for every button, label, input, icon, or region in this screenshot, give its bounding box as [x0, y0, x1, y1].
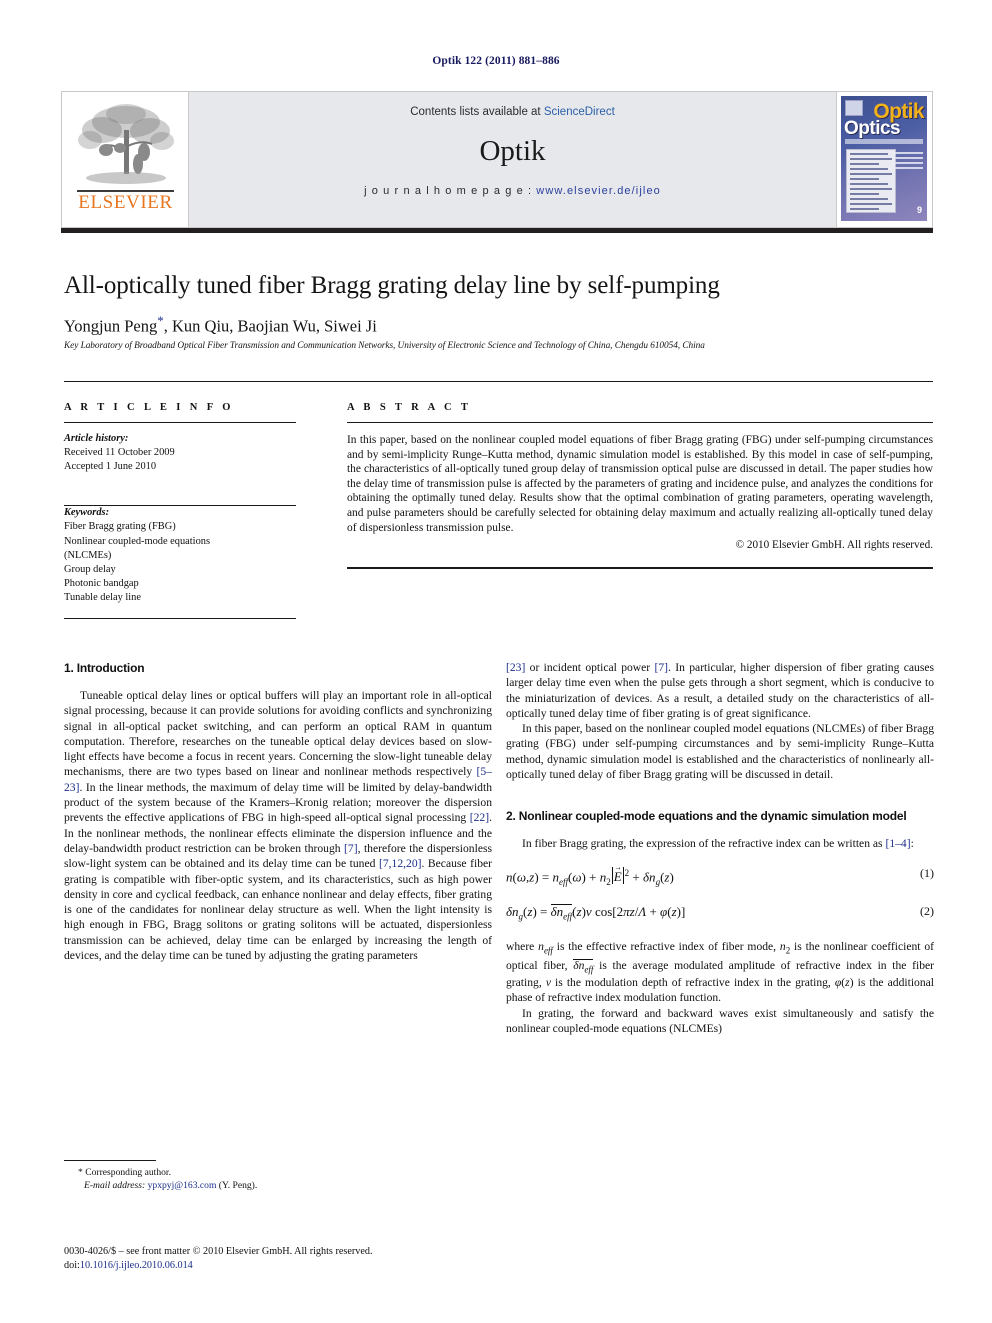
accepted-date: Accepted 1 June 2010	[64, 461, 157, 473]
footnote-block: * Corresponding author. E-mail address: …	[64, 1166, 492, 1192]
doi-line: doi:10.1016/j.ijleo.2010.06.014	[64, 1259, 584, 1273]
par-seg: In fiber Bragg grating, the expression o…	[522, 837, 886, 851]
homepage-url-link[interactable]: www.elsevier.de/ijleo	[536, 185, 661, 197]
keyword-item: (NLCMEs)	[64, 549, 112, 561]
section-2-paragraph-3: In grating, the forward and backward wav…	[506, 1006, 934, 1036]
cover-highlights-panel	[846, 149, 896, 213]
keywords-block: Keywords: Fiber Bragg grating (FBG) Nonl…	[64, 506, 296, 605]
par-seg: . Because fiber grating is compatible wi…	[64, 857, 492, 963]
affiliation: Key Laboratory of Broadband Optical Fibe…	[64, 341, 705, 351]
section-2-heading: 2. Nonlinear coupled-mode equations and …	[506, 809, 907, 824]
email-suffix: (Y. Peng).	[216, 1180, 258, 1191]
cover-issue-badge: 9	[916, 205, 922, 215]
par-seg: . In the linear methods, the maximum of …	[64, 780, 492, 825]
citation-7b[interactable]: [7]	[655, 661, 669, 674]
author-first: Yongjun Peng	[64, 316, 158, 336]
contents-line: Contents lists available at ScienceDirec…	[189, 106, 836, 118]
section-2-paragraph-1: In fiber Bragg grating, the expression o…	[506, 836, 934, 851]
keywords-label: Keywords:	[64, 507, 110, 519]
header-rule	[64, 381, 933, 382]
front-matter-block: 0030-4026/$ – see front matter © 2010 El…	[64, 1245, 584, 1272]
citation-7-12-20[interactable]: [7,12,20]	[379, 857, 422, 870]
cover-emblem-icon	[845, 100, 863, 116]
corresponding-author-note: * Corresponding author.	[78, 1167, 171, 1178]
article-history-block: Article history: Received 11 October 200…	[64, 432, 296, 475]
equation-2-number: (2)	[920, 903, 934, 918]
citation-22[interactable]: [22]	[470, 811, 489, 824]
cover-title-bottom: Optics	[844, 118, 901, 139]
paper-page: Optik 122 (2011) 881–886 ELSEVIER Conten…	[0, 0, 992, 1323]
par-seg: Tuneable optical delay lines or optical …	[64, 689, 492, 779]
cover-art: Optik Optics 9	[841, 96, 927, 221]
citation-7[interactable]: [7]	[344, 842, 358, 855]
abstract-column: A B S T R A C T In this paper, based on …	[347, 402, 933, 569]
journal-cover-thumbnail: Optik Optics 9	[836, 92, 932, 227]
elsevier-wordmark: ELSEVIER	[78, 192, 173, 213]
keyword-item: Photonic bandgap	[64, 578, 139, 590]
running-head: Optik 122 (2011) 881–886	[432, 55, 560, 67]
abstract-heading: A B S T R A C T	[347, 402, 472, 413]
article-info-heading: A R T I C L E I N F O	[64, 402, 234, 413]
authors-rest: , Kun Qiu, Baojian Wu, Siwei Ji	[163, 316, 377, 336]
homepage-label: j o u r n a l h o m e p a g e :	[364, 185, 537, 197]
section-1-heading: 1. Introduction	[64, 661, 145, 675]
email-label: E-mail address:	[84, 1180, 146, 1191]
journal-header-center: Contents lists available at ScienceDirec…	[189, 92, 836, 227]
article-info-rule-3	[64, 617, 296, 620]
abstract-copyright: © 2010 Elsevier GmbH. All rights reserve…	[735, 539, 933, 552]
abstract-text: In this paper, based on the nonlinear co…	[347, 434, 933, 534]
body-column-left: 1. Introduction Tuneable optical delay l…	[64, 660, 492, 963]
journal-title: Optik	[479, 135, 546, 167]
contents-prefix: Contents lists available at	[410, 106, 544, 118]
par-seg: or incident optical power	[525, 661, 655, 674]
section-1-paragraph-1-cont: [23] or incident optical power [7]. In p…	[506, 660, 934, 721]
keyword-item: Fiber Bragg grating (FBG)	[64, 521, 176, 533]
journal-header-band: ELSEVIER Contents lists available at Sci…	[61, 91, 933, 228]
sciencedirect-link[interactable]: ScienceDirect	[544, 106, 615, 118]
keyword-item: Tunable delay line	[64, 592, 141, 604]
article-info-column: A R T I C L E I N F O Article history: R…	[64, 402, 296, 620]
keyword-item: Nonlinear coupled-mode equations	[64, 535, 211, 547]
abstract-rule-2	[347, 567, 933, 569]
keyword-item: Group delay	[64, 564, 116, 576]
section-2-paragraph-2: where neff is the effective refractive i…	[506, 939, 934, 1005]
par-seg: :	[910, 837, 914, 851]
email-note: E-mail address: ypxpyj@163.com (Y. Peng)…	[64, 1179, 492, 1192]
section-1-paragraph-2: In this paper, based on the nonlinear co…	[506, 722, 934, 782]
article-info-rule-1	[64, 422, 296, 423]
doi-link[interactable]: 10.1016/j.ijleo.2010.06.014	[80, 1260, 193, 1271]
article-history-label: Article history:	[64, 433, 129, 444]
equation-2: δng(z) = δneff(z)ν cos[2πz/Λ + φ(z)] (2)	[506, 903, 934, 922]
elsevier-logo: ELSEVIER	[62, 92, 189, 227]
elsevier-tree-icon	[78, 104, 174, 184]
header-divider-bar	[61, 228, 933, 233]
page-title: All-optically tuned fiber Bragg grating …	[64, 272, 720, 299]
author-list: Yongjun Peng*, Kun Qiu, Baojian Wu, Siwe…	[64, 313, 934, 337]
equation-1: n(ω,z) = neff(ω) + n2E2 + δng(z) (1)	[506, 866, 934, 890]
front-matter-line: 0030-4026/$ – see front matter © 2010 El…	[64, 1246, 373, 1257]
cover-subtitle-bar	[845, 139, 923, 144]
doi-label: doi:	[64, 1259, 80, 1271]
email-link[interactable]: ypxpyj@163.com	[148, 1180, 217, 1191]
body-column-right: [23] or incident optical power [7]. In p…	[506, 660, 934, 1036]
citation-1-4[interactable]: [1–4]	[885, 837, 910, 850]
journal-homepage-line: j o u r n a l h o m e p a g e : www.else…	[189, 185, 836, 197]
cover-sidetext	[895, 149, 923, 169]
equation-1-number: (1)	[920, 865, 934, 880]
received-date: Received 11 October 2009	[64, 447, 175, 459]
section-1-paragraph-1: Tuneable optical delay lines or optical …	[64, 688, 492, 963]
par-seg[interactable]: [23]	[506, 661, 525, 674]
footnote-rule	[64, 1160, 156, 1161]
abstract-rule-1	[347, 422, 933, 423]
